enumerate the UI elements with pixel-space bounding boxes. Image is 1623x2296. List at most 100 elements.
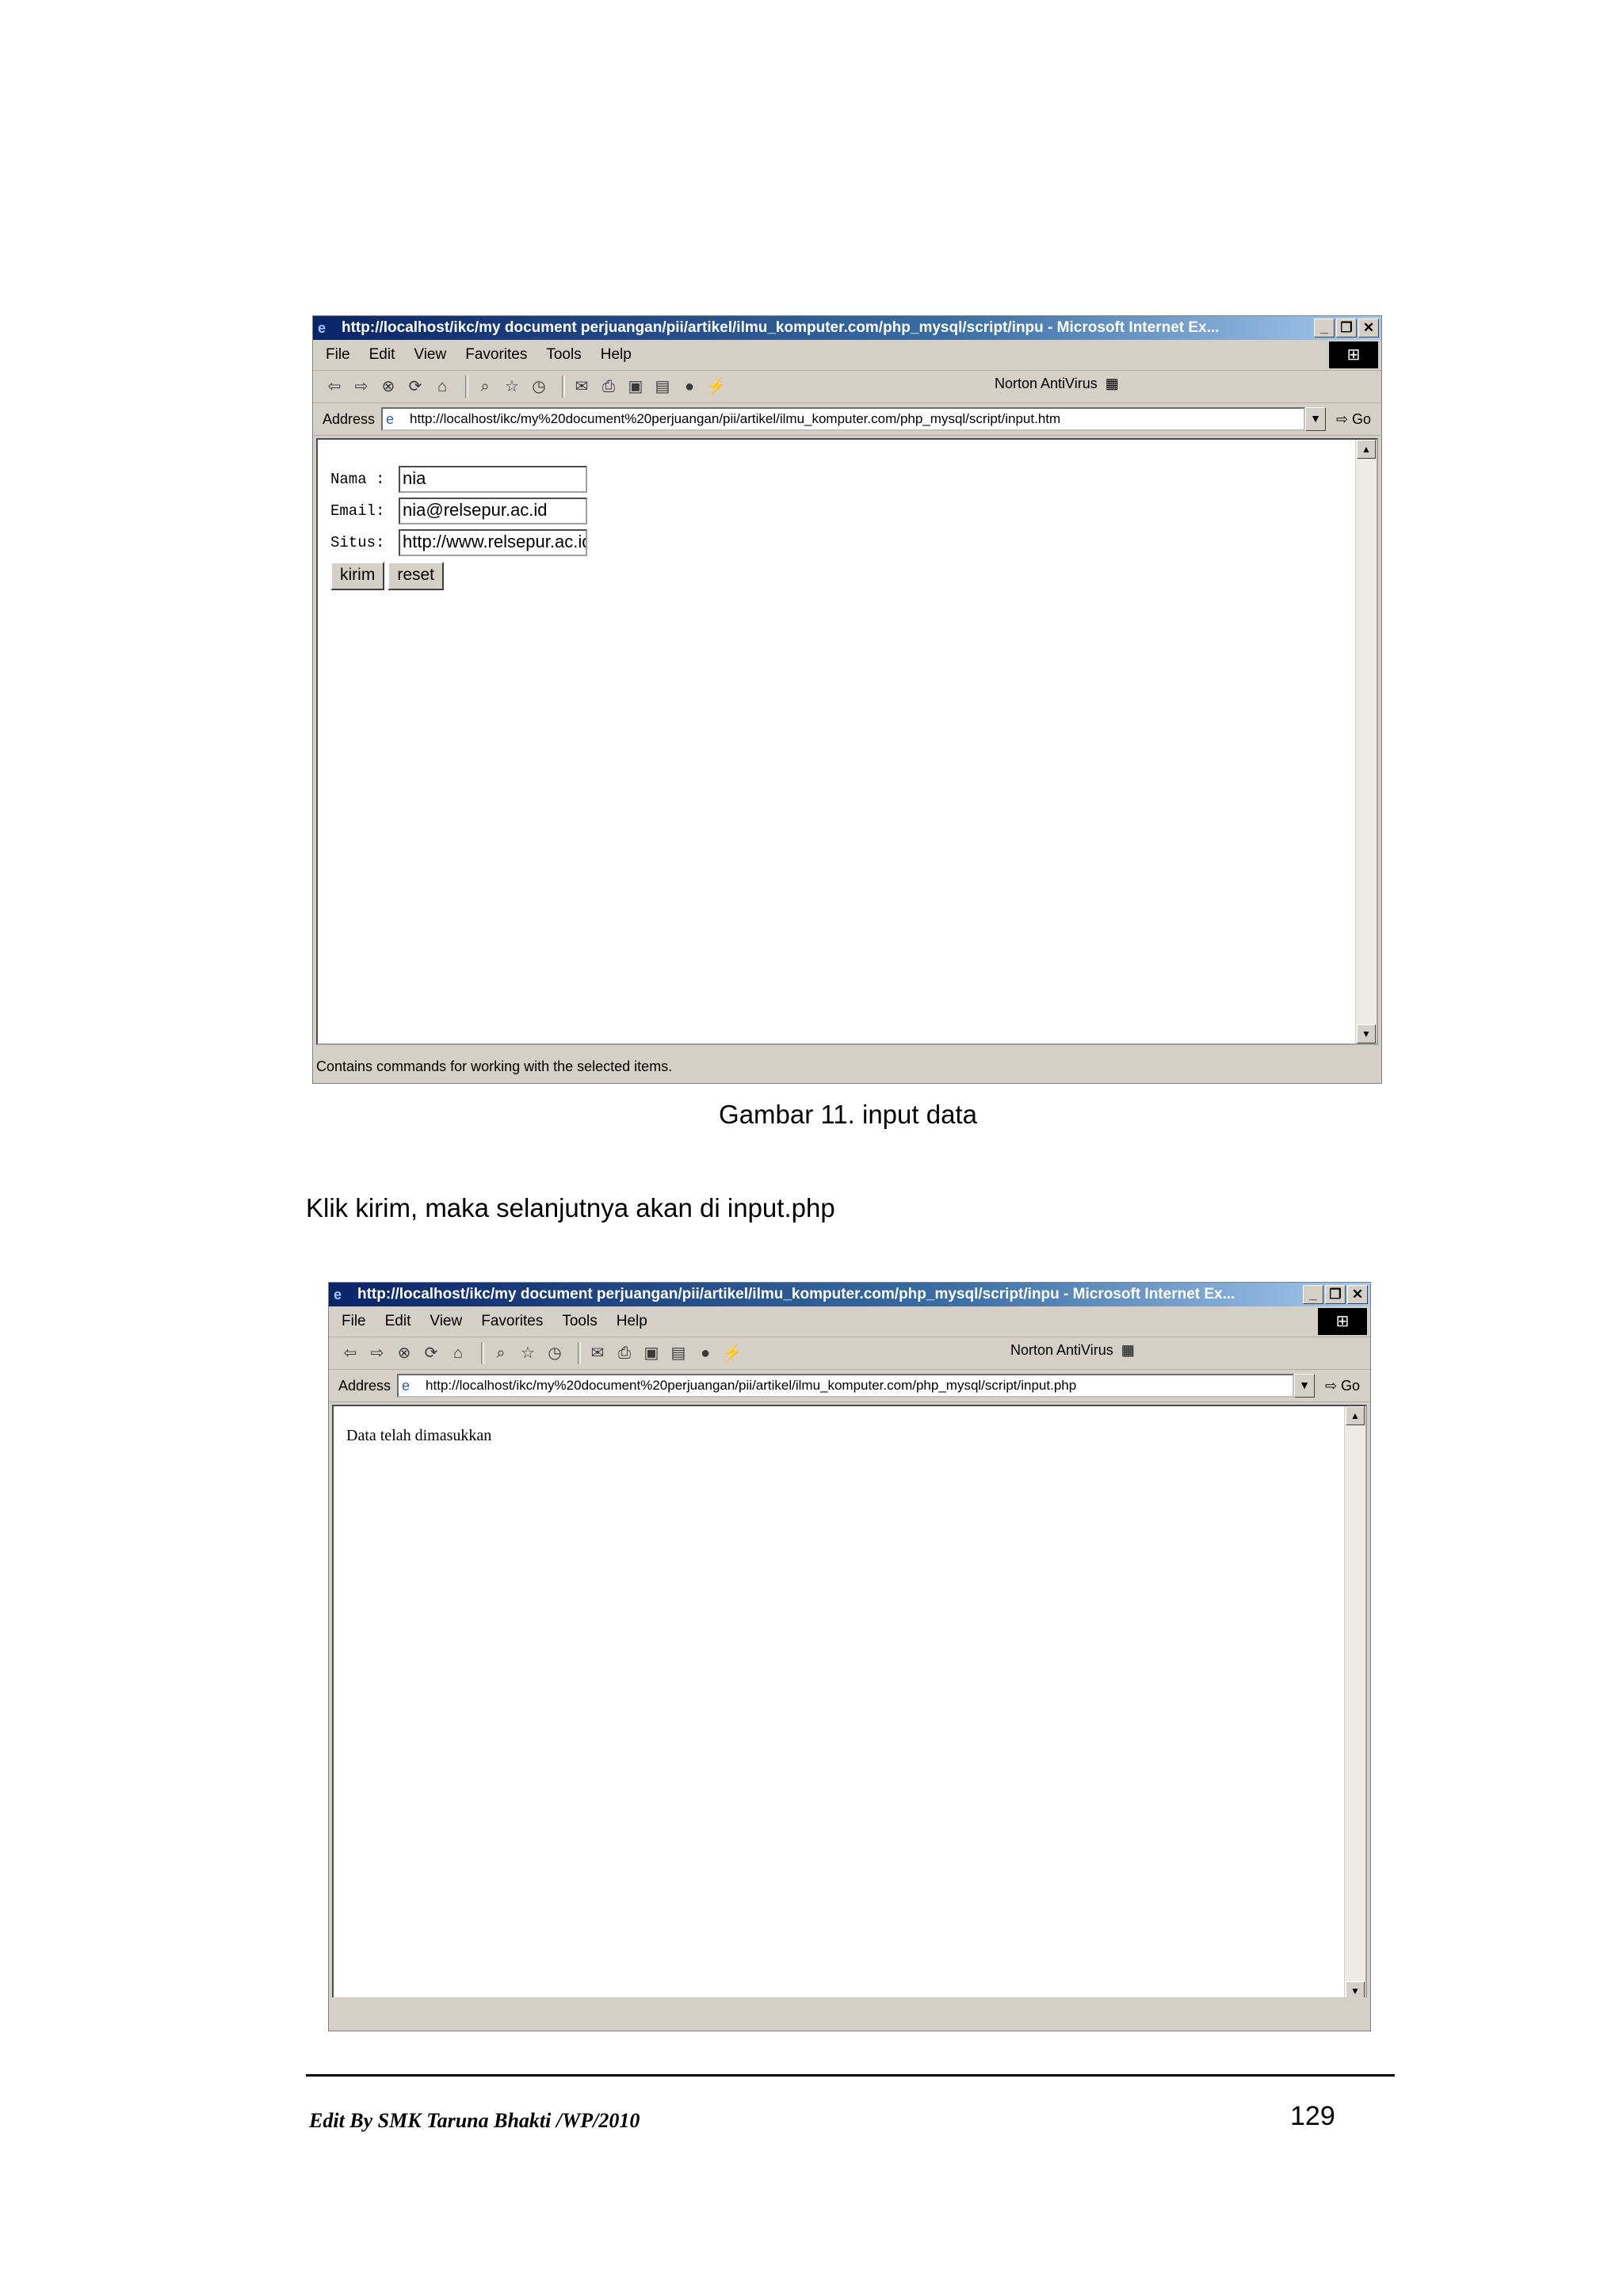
- browser-screenshot-input-form: e http://localhost/ikc/my document perju…: [312, 315, 1382, 1084]
- forward-icon[interactable]: ⇨: [351, 376, 372, 397]
- menu-tools[interactable]: Tools: [562, 1313, 597, 1330]
- norton-antivirus[interactable]: Norton AntiVirus ▦: [1010, 1342, 1135, 1359]
- history-icon[interactable]: ◷: [544, 1343, 565, 1363]
- menu-favorites[interactable]: Favorites: [465, 346, 527, 364]
- edit-page-icon[interactable]: ▣: [641, 1343, 662, 1363]
- toolbar: ⇦ ⇨ ⊗ ⟳ ⌂ ⌕ ☆ ◷ ✉ ⎙ ▣ ▤ ● ⚡ Norton AntiV…: [329, 1337, 1370, 1370]
- figure-caption: Gambar 11. input data: [719, 1100, 977, 1129]
- page-number: 129: [1290, 2101, 1335, 2131]
- menu-file[interactable]: File: [326, 346, 350, 364]
- body-paragraph: Klik kirim, maka selanjutnya akan di inp…: [306, 1193, 835, 1222]
- address-url: http://localhost/ikc/my%20document%20per…: [426, 1378, 1077, 1393]
- home-icon[interactable]: ⌂: [448, 1343, 468, 1363]
- kirim-button[interactable]: kirim: [330, 562, 385, 590]
- stop-icon[interactable]: ⊗: [378, 376, 399, 397]
- situs-input[interactable]: http://www.relsepur.ac.id: [399, 529, 587, 556]
- norton-label: Norton AntiVirus: [1010, 1342, 1113, 1358]
- address-dropdown-icon[interactable]: ▼: [1305, 407, 1326, 431]
- windows-logo-icon: ⊞: [1318, 1308, 1367, 1335]
- favorites-icon[interactable]: ☆: [502, 376, 522, 397]
- restore-icon[interactable]: ❐: [1336, 318, 1357, 338]
- menu-edit[interactable]: Edit: [385, 1313, 411, 1330]
- address-input[interactable]: e http://localhost/ikc/my%20document%20p…: [381, 407, 1305, 431]
- window-title: http://localhost/ikc/my document perjuan…: [342, 319, 1220, 336]
- go-button[interactable]: ⇨ Go: [1315, 1378, 1370, 1394]
- vertical-scrollbar[interactable]: ▲ ▼: [1344, 1406, 1365, 2000]
- address-input[interactable]: e http://localhost/ikc/my%20document%20p…: [397, 1374, 1294, 1398]
- back-icon[interactable]: ⇦: [324, 376, 345, 397]
- discuss-icon[interactable]: ▤: [668, 1343, 689, 1363]
- print-icon[interactable]: ⎙: [614, 1343, 635, 1363]
- footer-rule: [306, 2074, 1395, 2077]
- go-button[interactable]: ⇨ Go: [1326, 411, 1381, 428]
- messenger-icon[interactable]: ●: [695, 1343, 716, 1363]
- menu-favorites[interactable]: Favorites: [481, 1313, 543, 1330]
- email-label: Email:: [330, 502, 385, 520]
- input-form: Nama : nia Email: nia@relsepur.ac.id Sit…: [330, 463, 587, 590]
- favorites-icon[interactable]: ☆: [517, 1343, 538, 1363]
- print-icon[interactable]: ⎙: [598, 376, 619, 397]
- lightning-icon[interactable]: ⚡: [706, 376, 727, 397]
- norton-label: Norton AntiVirus: [995, 376, 1098, 391]
- stop-icon[interactable]: ⊗: [394, 1343, 414, 1363]
- search-icon[interactable]: ⌕: [491, 1343, 511, 1363]
- edit-page-icon[interactable]: ▣: [625, 376, 646, 397]
- refresh-icon[interactable]: ⟳: [421, 1343, 441, 1363]
- ie-logo-icon: e: [334, 1287, 342, 1302]
- status-bar: [329, 1997, 1370, 2031]
- menu-bar: File Edit View Favorites Tools Help ⊞: [329, 1306, 1370, 1337]
- ie-logo-icon: e: [318, 320, 327, 336]
- forward-icon[interactable]: ⇨: [367, 1343, 388, 1363]
- restore-icon[interactable]: ❐: [1325, 1285, 1346, 1304]
- scroll-down-icon[interactable]: ▼: [1357, 1024, 1376, 1043]
- status-bar: Contains commands for working with the s…: [313, 1050, 1381, 1083]
- toolbar: ⇦ ⇨ ⊗ ⟳ ⌂ ⌕ ☆ ◷ ✉ ⎙ ▣ ▤ ● ⚡ Norton AntiV…: [313, 371, 1381, 403]
- toolbar-separator: [578, 1342, 581, 1364]
- norton-antivirus[interactable]: Norton AntiVirus ▦: [995, 376, 1119, 392]
- title-bar: e http://localhost/ikc/my document perju…: [313, 316, 1381, 340]
- page-viewport: Nama : nia Email: nia@relsepur.ac.id Sit…: [316, 438, 1378, 1045]
- close-icon[interactable]: ✕: [1347, 1285, 1368, 1304]
- title-bar: e http://localhost/ikc/my document perju…: [329, 1283, 1370, 1306]
- menu-help[interactable]: Help: [617, 1313, 647, 1330]
- home-icon[interactable]: ⌂: [432, 376, 453, 397]
- address-label: Address: [323, 410, 376, 427]
- address-url: http://localhost/ikc/my%20document%20per…: [410, 411, 1061, 426]
- scroll-up-icon[interactable]: ▲: [1346, 1406, 1365, 1425]
- browser-screenshot-result: e http://localhost/ikc/my document perju…: [328, 1282, 1371, 2031]
- toolbar-separator: [481, 1342, 484, 1364]
- menu-help[interactable]: Help: [601, 346, 632, 364]
- norton-icon: ▦: [1121, 1342, 1135, 1358]
- address-dropdown-icon[interactable]: ▼: [1294, 1374, 1315, 1398]
- menu-bar: File Edit View Favorites Tools Help ⊞: [313, 340, 1381, 371]
- lightning-icon[interactable]: ⚡: [722, 1343, 743, 1363]
- address-bar: Address e http://localhost/ikc/my%20docu…: [313, 403, 1381, 436]
- close-icon[interactable]: ✕: [1358, 318, 1379, 338]
- menu-view[interactable]: View: [414, 346, 446, 364]
- minimize-icon[interactable]: _: [1303, 1285, 1323, 1304]
- email-input[interactable]: nia@relsepur.ac.id: [399, 498, 587, 524]
- history-icon[interactable]: ◷: [529, 376, 549, 397]
- refresh-icon[interactable]: ⟳: [405, 376, 426, 397]
- menu-tools[interactable]: Tools: [546, 346, 581, 364]
- discuss-icon[interactable]: ▤: [652, 376, 673, 397]
- menu-view[interactable]: View: [430, 1313, 462, 1330]
- nama-input[interactable]: nia: [399, 466, 587, 493]
- back-icon[interactable]: ⇦: [340, 1343, 361, 1363]
- vertical-scrollbar[interactable]: ▲ ▼: [1355, 440, 1377, 1043]
- page-icon: e: [402, 1378, 411, 1394]
- toolbar-separator: [465, 376, 468, 398]
- scroll-up-icon[interactable]: ▲: [1357, 440, 1376, 459]
- minimize-icon[interactable]: _: [1314, 318, 1335, 338]
- mail-icon[interactable]: ✉: [571, 376, 592, 397]
- page-viewport: Data telah dimasukkan ▲ ▼: [332, 1405, 1367, 2002]
- reset-button[interactable]: reset: [388, 562, 445, 590]
- search-icon[interactable]: ⌕: [475, 376, 495, 397]
- nama-label: Nama :: [330, 471, 385, 488]
- page-icon: e: [386, 411, 395, 427]
- mail-icon[interactable]: ✉: [587, 1343, 608, 1363]
- messenger-icon[interactable]: ●: [679, 376, 700, 397]
- menu-edit[interactable]: Edit: [369, 346, 395, 364]
- toolbar-separator: [562, 376, 565, 398]
- menu-file[interactable]: File: [342, 1313, 366, 1330]
